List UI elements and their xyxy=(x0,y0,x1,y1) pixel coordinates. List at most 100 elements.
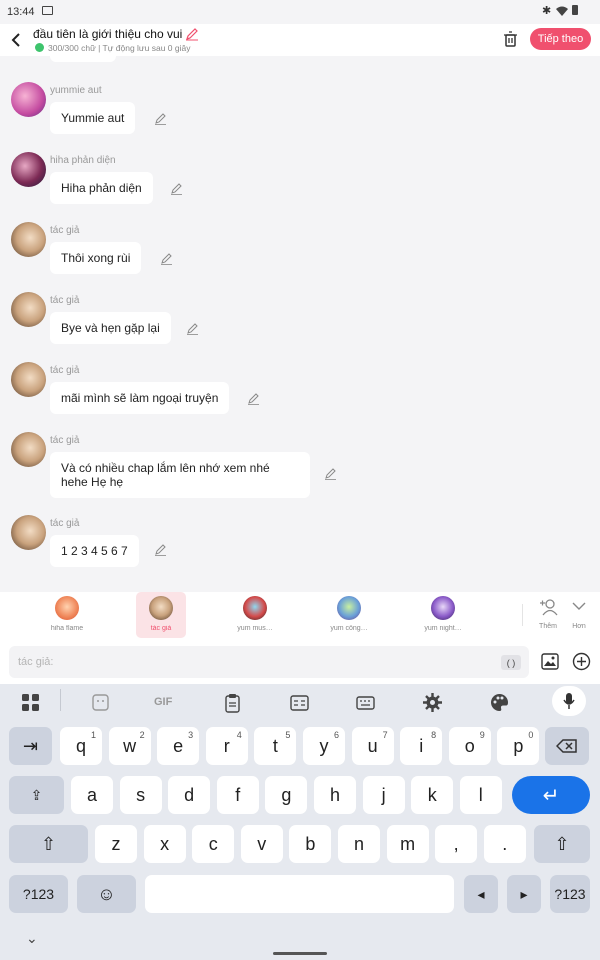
key-hint-digit: 7 xyxy=(382,730,388,740)
back-arrow-icon[interactable] xyxy=(9,32,23,48)
avatar xyxy=(55,596,79,620)
edit-message-icon[interactable] xyxy=(186,322,200,336)
key-s[interactable]: s xyxy=(119,776,162,814)
shift-right-key[interactable]: ⇧ xyxy=(534,825,590,863)
gif-button[interactable]: GIF xyxy=(154,696,172,708)
microphone-icon xyxy=(563,693,575,709)
edit-message-icon[interactable] xyxy=(154,112,168,126)
message-bubble[interactable]: Hiha phản diện xyxy=(50,172,153,204)
key-d[interactable]: d xyxy=(168,776,211,814)
clipboard-icon[interactable] xyxy=(222,692,244,714)
key-k[interactable]: k xyxy=(411,776,454,814)
key-h[interactable]: h xyxy=(314,776,356,814)
character-label: yum công… xyxy=(330,625,368,632)
key-x[interactable]: x xyxy=(143,825,186,863)
edit-message-icon[interactable] xyxy=(247,392,261,406)
cursor-left-key[interactable]: ◂ xyxy=(464,875,498,913)
key-comma[interactable]: , xyxy=(435,825,478,863)
collapse-keyboard-icon[interactable]: ⌄ xyxy=(26,930,38,947)
key-c[interactable]: c xyxy=(192,825,235,863)
character-yum-mus[interactable]: yum mus… xyxy=(230,592,280,638)
caps-lock-key[interactable]: ⇪ xyxy=(9,776,64,814)
character-hiha-flame[interactable]: hiha flame xyxy=(42,592,92,638)
character-yum-night[interactable]: yum night… xyxy=(418,592,468,638)
edit-message-icon[interactable] xyxy=(160,252,174,266)
add-plus-icon[interactable] xyxy=(572,652,591,671)
text-editing-icon[interactable] xyxy=(289,692,311,714)
next-button[interactable]: Tiếp theo xyxy=(530,28,591,50)
add-character-icon[interactable] xyxy=(539,598,559,616)
image-icon[interactable] xyxy=(541,653,559,670)
key-q[interactable]: q1 xyxy=(60,727,102,765)
avatar-tac-gia[interactable] xyxy=(11,292,46,327)
avatar-hiha-phan-dien[interactable] xyxy=(11,152,46,187)
message-bubble[interactable]: Thôi xong rùi xyxy=(50,242,142,274)
key-p[interactable]: p0 xyxy=(497,727,540,765)
avatar-tac-gia[interactable] xyxy=(11,362,46,397)
screenshot-icon xyxy=(42,6,53,15)
key-j[interactable]: j xyxy=(362,776,405,814)
voice-input-button[interactable] xyxy=(552,686,586,716)
edit-message-icon[interactable] xyxy=(154,543,168,557)
keyboard-layout-icon[interactable] xyxy=(355,692,377,714)
key-u[interactable]: u7 xyxy=(351,727,394,765)
key-w[interactable]: w2 xyxy=(108,727,151,765)
key-r[interactable]: r4 xyxy=(205,727,248,765)
message-bubble[interactable]: mãi mình sẽ làm ngoại truyện xyxy=(50,382,230,414)
key-y[interactable]: y6 xyxy=(303,727,345,765)
symbols-key-right[interactable]: ?123 xyxy=(550,875,590,913)
key-i[interactable]: i8 xyxy=(400,727,443,765)
key-l[interactable]: l xyxy=(459,776,502,814)
edit-message-icon[interactable] xyxy=(170,182,184,196)
avatar-tac-gia[interactable] xyxy=(11,432,46,467)
parentheses-button[interactable]: ( ) xyxy=(501,655,521,670)
chevron-down-icon[interactable] xyxy=(571,600,587,612)
key-o[interactable]: o9 xyxy=(448,727,491,765)
key-z[interactable]: z xyxy=(95,825,137,863)
avatar-tac-gia[interactable] xyxy=(11,222,46,257)
key-m[interactable]: m xyxy=(386,825,429,863)
key-period[interactable]: . xyxy=(483,825,526,863)
message-bubble[interactable]: Và có nhiều chap lắm lên nhớ xem nhé heh… xyxy=(50,452,310,498)
key-a[interactable]: a xyxy=(71,776,113,814)
message-bubble[interactable]: Bye và hẹn gặp lại xyxy=(50,312,171,344)
message-bubble[interactable]: 1 2 3 4 5 6 7 xyxy=(50,535,139,567)
key-g[interactable]: g xyxy=(265,776,308,814)
speaker-name: yummie aut xyxy=(50,85,102,96)
symbols-key[interactable]: ?123 xyxy=(9,875,68,913)
shift-left-key[interactable]: ⇧ xyxy=(9,825,88,863)
key-f[interactable]: f xyxy=(216,776,259,814)
character-tac-gia[interactable]: tác giả xyxy=(136,592,186,638)
message-input[interactable]: tác giả: ( ) xyxy=(9,646,529,678)
space-key[interactable] xyxy=(145,875,454,913)
key-hint-digit: 0 xyxy=(528,730,534,740)
more-label[interactable]: Hơn xyxy=(566,623,592,630)
key-v[interactable]: v xyxy=(240,825,283,863)
key-hint-digit: 5 xyxy=(285,730,291,740)
enter-key[interactable]: ↵ xyxy=(512,776,590,814)
home-indicator[interactable] xyxy=(273,952,327,955)
key-n[interactable]: n xyxy=(338,825,380,863)
character-yum-cong[interactable]: yum công… xyxy=(324,592,374,638)
key-label: n xyxy=(353,833,364,854)
story-title[interactable]: đầu tiên là giới thiệu cho vui xyxy=(33,27,182,41)
avatar-yummie-aut[interactable] xyxy=(11,82,46,117)
settings-gear-icon[interactable] xyxy=(422,692,444,714)
trash-icon[interactable] xyxy=(503,31,518,47)
add-character-label[interactable]: Thêm xyxy=(530,623,566,630)
message-bubble[interactable]: Yummie aut xyxy=(50,102,136,134)
apps-grid-icon[interactable] xyxy=(20,692,42,714)
key-e[interactable]: e3 xyxy=(157,727,200,765)
tab-key[interactable]: ⇥ xyxy=(9,727,52,765)
key-hint-digit: 4 xyxy=(236,730,242,740)
cursor-right-key[interactable]: ▸ xyxy=(507,875,541,913)
edit-title-icon[interactable] xyxy=(185,27,199,41)
emoji-key[interactable]: ☺ xyxy=(77,875,136,913)
key-b[interactable]: b xyxy=(289,825,332,863)
sticker-icon[interactable] xyxy=(90,692,112,714)
key-t[interactable]: t5 xyxy=(254,727,297,765)
avatar-tac-gia[interactable] xyxy=(11,515,46,550)
edit-message-icon[interactable] xyxy=(324,467,338,481)
backspace-key[interactable] xyxy=(545,727,589,765)
theme-palette-icon[interactable] xyxy=(489,692,511,714)
